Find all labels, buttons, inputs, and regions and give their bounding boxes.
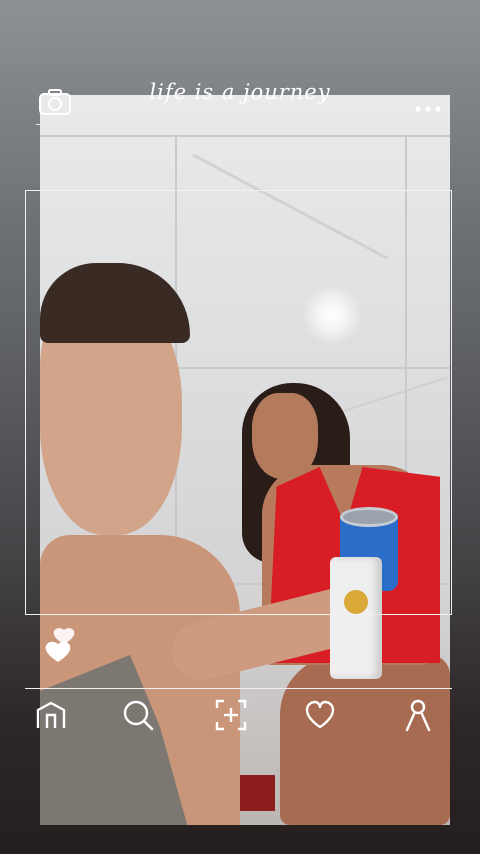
camera-icon[interactable] [38, 88, 72, 116]
home-icon[interactable] [34, 698, 68, 732]
profile-icon[interactable] [401, 698, 435, 732]
frame-border [25, 190, 452, 615]
hearts-icon[interactable] [42, 626, 78, 666]
story-title: life is a journey [149, 80, 331, 104]
heart-icon[interactable] [303, 698, 337, 732]
search-icon[interactable] [121, 698, 155, 732]
more-dots-icon[interactable] [414, 98, 442, 112]
person-legs [280, 655, 450, 825]
nav-divider [25, 688, 452, 689]
add-post-icon[interactable] [214, 698, 248, 732]
header-divider [36, 124, 450, 125]
